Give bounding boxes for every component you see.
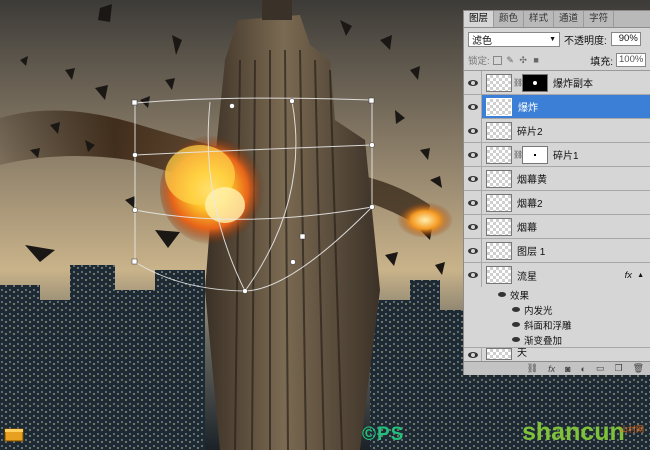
visibility-eye-icon[interactable] [464,190,482,215]
layer-thumbnail [486,193,512,212]
chain-link-icon[interactable]: ⛓ [513,78,523,87]
visibility-eye-icon[interactable] [464,118,482,143]
layer-thumbnail [486,217,512,236]
visibility-eye-icon[interactable] [464,348,482,361]
ps-logo-mark-icon: © [362,424,377,445]
visibility-eye-icon[interactable] [464,142,482,167]
fx-icon[interactable]: fx [625,270,632,281]
effect-name: 斜面和浮雕 [524,320,572,332]
effects-header[interactable]: 效果 [464,287,650,302]
visibility-eye-icon[interactable] [464,70,482,95]
fill-field[interactable]: 100% [616,53,646,67]
layer-name: 流星 [517,271,537,283]
panel-tabs: 图层 颜色 样式 通道 字符 [464,11,650,28]
paint-bucket-icon [4,428,24,442]
tab-color[interactable]: 颜色 [494,11,525,27]
layer-mask-thumbnail[interactable] [522,145,548,164]
layer-mask-thumbnail[interactable] [522,73,548,92]
tab-layers[interactable]: 图层 [464,11,495,27]
effect-name: 内发光 [524,305,553,317]
layers-list: ⛓ 爆炸副本 爆炸 碎片2 ⛓ 碎片1 烟幕黄 烟幕2 烟幕 图层 1 流星 f… [464,70,650,362]
new-layer-icon[interactable]: ❐ [614,363,622,374]
layer-thumbnail [486,266,512,284]
effect-item[interactable]: 内发光 [464,302,650,317]
tab-channels[interactable]: 通道 [554,11,585,27]
adjustment-layer-icon[interactable]: ◐ [581,364,586,374]
effects-label: 效果 [510,290,530,302]
layer-thumbnail [486,145,512,164]
site-logo: shancun [522,418,625,446]
layer-name: 图层 1 [517,247,546,258]
opacity-field[interactable]: 90% [610,32,641,46]
layer-name: 烟幕2 [517,199,543,210]
layer-row[interactable]: 图层 1 [464,238,650,263]
layer-name: 爆炸副本 [553,79,593,90]
layer-row[interactable]: 天 [464,348,650,362]
visibility-eye-icon[interactable] [464,263,482,287]
ps-logo: ©PS [362,424,404,446]
site-logo-sub: 山村网 [620,425,644,434]
visibility-eye-icon[interactable] [464,238,482,263]
lock-all-icon[interactable]: ■ [532,55,541,65]
panel-footer: ⛓ fx ◙ ◐ ▭ ❐ 🗑 [464,361,650,375]
layer-row[interactable]: 烟幕黄 [464,166,650,191]
layer-name: 爆炸 [518,103,538,114]
tab-character[interactable]: 字符 [584,11,615,27]
blend-row: 滤色 ▼ 不透明度: 90% [464,28,650,50]
chain-link-icon[interactable]: ⛓ [513,150,523,159]
layer-thumbnail [486,348,512,360]
layer-row[interactable]: 碎片2 [464,118,650,143]
layer-row-selected[interactable]: 爆炸 [464,94,650,119]
trash-icon[interactable]: 🗑 [633,363,644,374]
lock-paint-brush-icon[interactable]: ✎ [506,55,515,65]
lock-move-icon[interactable]: ✣ [519,55,528,65]
visibility-eye-icon[interactable] [464,214,482,239]
ps-logo-text: PS [377,424,405,445]
add-style-icon[interactable]: fx [548,364,555,374]
layer-thumbnail [486,169,512,188]
effect-eye-icon[interactable] [498,292,506,297]
effect-eye-icon[interactable] [512,322,520,327]
layer-row[interactable]: 烟幕 [464,214,650,239]
new-group-icon[interactable]: ▭ [596,363,605,374]
effect-item[interactable]: 斜面和浮雕 [464,317,650,332]
lock-row: 锁定: ✎ ✣ ■ 填充: 100% [464,50,650,71]
visibility-eye-icon[interactable] [464,166,482,191]
layer-row[interactable]: ⛓ 爆炸副本 [464,70,650,95]
tab-styles[interactable]: 样式 [524,11,555,27]
fill-label: 填充: [590,56,613,68]
link-layers-icon[interactable]: ⛓ [527,363,538,374]
visibility-eye-icon[interactable] [464,94,482,119]
add-mask-icon[interactable]: ◙ [565,364,570,374]
layer-thumbnail [486,121,512,140]
expand-effects-icon[interactable]: ▲ [637,272,644,279]
layer-thumbnail [486,97,512,116]
effect-eye-icon[interactable] [512,337,520,342]
chevron-down-icon: ▼ [549,35,556,43]
layers-panel: 图层 颜色 样式 通道 字符 滤色 ▼ 不透明度: 90% 锁定: ✎ ✣ ■ … [463,10,650,375]
effect-name: 渐变叠加 [524,335,563,347]
opacity-label: 不透明度: [564,35,607,47]
effect-eye-icon[interactable] [512,307,520,312]
effect-item[interactable]: 渐变叠加 [464,332,650,348]
layer-thumbnail [486,241,512,260]
layer-name: 碎片1 [553,151,579,162]
layer-row[interactable]: 流星 fx ▲ [464,263,650,287]
layer-thumbnail [486,73,512,92]
layer-name: 烟幕黄 [517,175,547,186]
layer-name: 碎片2 [517,127,543,138]
blend-mode-value: 滤色 [472,35,492,47]
layer-row[interactable]: 烟幕2 [464,190,650,215]
layer-name: 天 [517,348,527,359]
layer-row[interactable]: ⛓ 碎片1 [464,142,650,167]
blend-mode-select[interactable]: 滤色 ▼ [468,31,560,47]
lock-label: 锁定: [468,56,490,67]
layer-name: 烟幕 [517,223,537,234]
lock-transparent-icon[interactable] [492,55,502,65]
